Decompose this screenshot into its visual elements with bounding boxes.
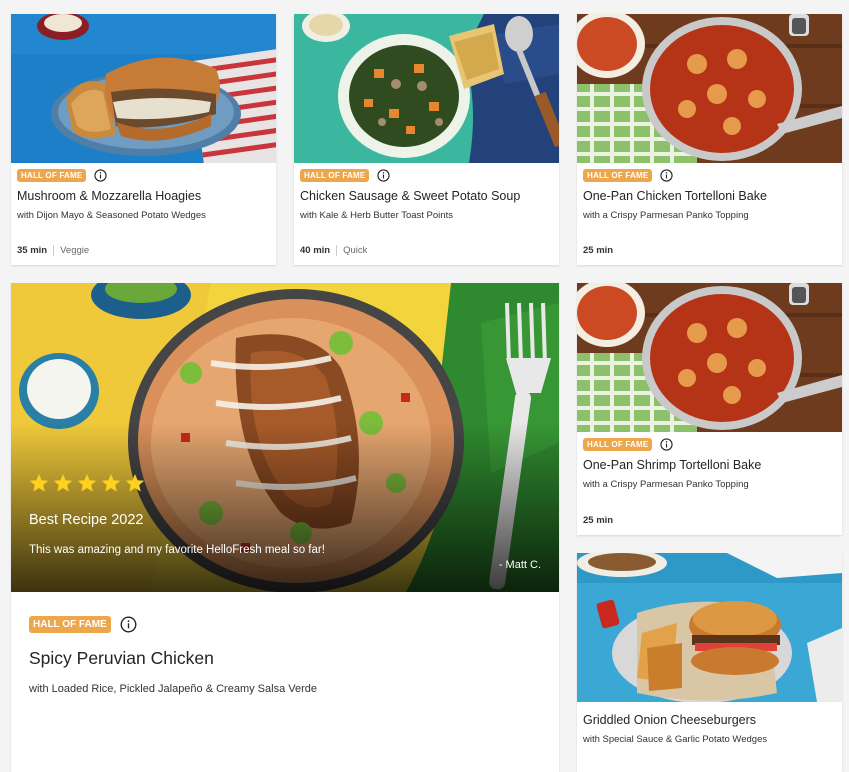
star-icon	[125, 474, 145, 492]
recipe-tag: Quick	[343, 245, 368, 256]
recipe-image	[577, 14, 842, 163]
recipe-card[interactable]: HALL OF FAME One-Pan Chicken Tortelloni …	[577, 14, 842, 265]
review-text: This was amazing and my favorite HelloFr…	[29, 544, 325, 556]
recipe-card[interactable]: HALL OF FAME Chicken Sausage & Sweet Pot…	[294, 14, 559, 265]
cook-time: 25 min	[583, 245, 614, 256]
featured-recipe-subtitle: with Loaded Rice, Pickled Jalapeño & Cre…	[29, 683, 317, 695]
rating-stars	[29, 473, 145, 493]
meta-divider	[53, 245, 55, 256]
info-icon[interactable]	[120, 616, 137, 633]
recipe-title[interactable]: Griddled Onion Cheeseburgers	[583, 713, 836, 727]
hall-of-fame-badge: HALL OF FAME	[583, 438, 653, 451]
meta-divider	[336, 245, 338, 256]
hall-of-fame-badge: HALL OF FAME	[583, 169, 653, 182]
recipe-subtitle: with a Crispy Parmesan Panko Topping	[583, 210, 749, 221]
featured-recipe-title[interactable]: Spicy Peruvian Chicken	[29, 648, 214, 669]
star-icon	[53, 474, 73, 492]
recipe-title[interactable]: One-Pan Chicken Tortelloni Bake	[583, 189, 836, 203]
recipe-image	[577, 553, 842, 702]
hall-of-fame-badge: HALL OF FAME	[29, 616, 111, 633]
recipe-image	[577, 283, 842, 432]
recipe-card[interactable]: HALL OF FAME One-Pan Shrimp Tortelloni B…	[577, 283, 842, 535]
recipe-card[interactable]: HALL OF FAME Mushroom & Mozzarella Hoagi…	[11, 14, 276, 265]
featured-recipe-card[interactable]: Best Recipe 2022 This was amazing and my…	[11, 283, 559, 772]
recipe-subtitle: with a Crispy Parmesan Panko Topping	[583, 479, 749, 490]
info-icon[interactable]	[660, 169, 674, 182]
review-author: - Matt C.	[498, 559, 541, 571]
recipe-subtitle: with Dijon Mayo & Seasoned Potato Wedges	[17, 210, 206, 221]
recipe-image	[11, 14, 276, 163]
cook-time: 25 min	[583, 515, 614, 526]
recipe-title[interactable]: Chicken Sausage & Sweet Potato Soup	[300, 189, 553, 203]
recipe-tag: Veggie	[60, 245, 90, 256]
star-icon	[101, 474, 121, 492]
review-title: Best Recipe 2022	[29, 512, 144, 528]
hall-of-fame-badge: HALL OF FAME	[300, 169, 370, 182]
cook-time: 35 min	[17, 245, 48, 256]
info-icon[interactable]	[377, 169, 391, 182]
recipe-image	[294, 14, 559, 163]
cook-time: 40 min	[300, 245, 331, 256]
star-icon	[29, 474, 49, 492]
info-icon[interactable]	[660, 438, 674, 451]
recipe-title[interactable]: Mushroom & Mozzarella Hoagies	[17, 189, 270, 203]
info-icon[interactable]	[94, 169, 108, 182]
recipe-card[interactable]: Griddled Onion Cheeseburgers with Specia…	[577, 553, 842, 772]
hall-of-fame-badge: HALL OF FAME	[17, 169, 87, 182]
recipe-subtitle: with Kale & Herb Butter Toast Points	[300, 210, 453, 221]
recipe-title[interactable]: One-Pan Shrimp Tortelloni Bake	[583, 458, 836, 472]
star-icon	[77, 474, 97, 492]
recipe-subtitle: with Special Sauce & Garlic Potato Wedge…	[583, 734, 768, 745]
